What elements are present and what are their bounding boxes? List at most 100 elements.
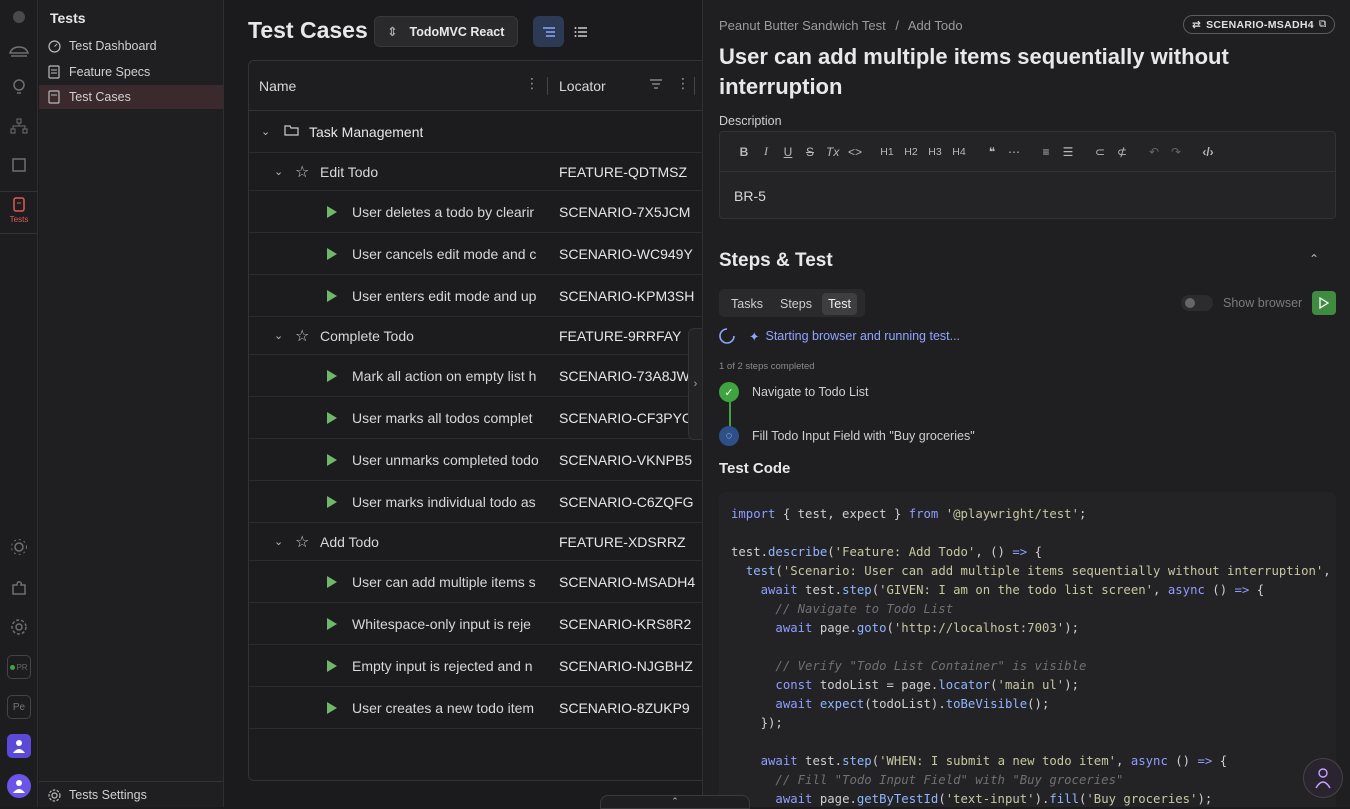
gear-icon[interactable] — [7, 615, 31, 639]
ordered-list-icon[interactable]: ☰ — [1062, 145, 1074, 159]
play-icon[interactable] — [327, 702, 337, 714]
feature-row[interactable]: ⌄ ☆ Edit Todo FEATURE-QDTMSZ — [249, 153, 725, 191]
description-editor[interactable]: B I U S Tx <> H1 H2 H3 H4 ❝ ⋯ ≡ ☰ ⊂ ⊄ ↶ … — [719, 131, 1336, 219]
scenario-row[interactable]: Whitespace-only input is reje SCENARIO-KR… — [249, 603, 725, 645]
scenario-row[interactable]: User marks all todos complet SCENARIO-CF3… — [249, 397, 725, 439]
sidebar-item-feature-specs[interactable]: Feature Specs — [39, 60, 223, 84]
column-name[interactable]: Name — [259, 78, 296, 94]
chevron-down-icon[interactable]: ⌄ — [261, 125, 270, 138]
column-menu-icon[interactable]: ⋮ — [525, 75, 539, 92]
column-menu-icon[interactable]: ⋮ — [676, 75, 690, 92]
circle-icon[interactable] — [7, 5, 31, 29]
tab-steps[interactable]: Steps — [774, 293, 818, 315]
clear-format-icon[interactable]: Tx — [826, 145, 839, 159]
collapse-panel-handle[interactable]: › — [688, 328, 702, 440]
heading4-icon[interactable]: H4 — [952, 146, 966, 158]
feature-name[interactable]: Add Todo — [320, 534, 540, 550]
group-row[interactable]: ⌄ Task Management — [249, 111, 725, 153]
column-locator[interactable]: Locator — [559, 78, 606, 94]
chevron-down-icon[interactable]: ⌄ — [274, 329, 283, 342]
play-icon[interactable] — [327, 206, 337, 218]
scenario-name[interactable]: Whitespace-only input is reje — [352, 616, 538, 632]
play-icon[interactable] — [327, 290, 337, 302]
filter-icon[interactable] — [649, 77, 663, 93]
scenario-row[interactable]: User can add multiple items s SCENARIO-MS… — [249, 561, 725, 603]
play-icon[interactable] — [327, 412, 337, 424]
sidebar-item-test-dashboard[interactable]: Test Dashboard — [39, 34, 223, 58]
copy-icon[interactable]: ⧉ — [1319, 18, 1327, 31]
scenario-row[interactable]: User deletes a todo by clearir SCENARIO-7… — [249, 191, 725, 233]
feature-name[interactable]: Edit Todo — [320, 164, 540, 180]
list-view-button[interactable] — [565, 16, 596, 47]
tests-settings-link[interactable]: Tests Settings — [39, 783, 223, 807]
puzzle-icon[interactable] — [7, 576, 31, 600]
scenario-name[interactable]: User marks all todos complet — [352, 410, 538, 426]
tree-view-button[interactable] — [533, 16, 564, 47]
scenario-name[interactable]: Empty input is rejected and n — [352, 658, 538, 674]
breadcrumb-project[interactable]: Peanut Butter Sandwich Test — [719, 18, 886, 33]
scenario-row[interactable]: User unmarks completed todo SCENARIO-VKNP… — [249, 439, 725, 481]
star-icon[interactable]: ☆ — [295, 326, 309, 346]
pr-badge[interactable]: PR — [7, 655, 31, 679]
code-view-icon[interactable]: ‹/› — [1202, 145, 1214, 159]
breadcrumb-feature[interactable]: Add Todo — [908, 18, 963, 33]
play-icon[interactable] — [327, 248, 337, 260]
play-icon[interactable] — [327, 618, 337, 630]
scenario-row[interactable]: User marks individual todo as SCENARIO-C6… — [249, 481, 725, 523]
scenario-name[interactable]: User marks individual todo as — [352, 494, 538, 510]
hierarchy-icon[interactable] — [7, 114, 31, 138]
sidebar-item-test-cases[interactable]: Test Cases — [39, 85, 223, 109]
inline-code-icon[interactable]: <> — [848, 145, 862, 159]
run-test-button[interactable] — [1312, 291, 1336, 315]
scenario-row[interactable]: User creates a new todo item SCENARIO-8ZU… — [249, 687, 725, 729]
assistant-button[interactable] — [1303, 758, 1343, 798]
feature-row[interactable]: ⌄ ☆ Add Todo FEATURE-XDSRRZ — [249, 523, 725, 561]
tab-test[interactable]: Test — [822, 293, 857, 315]
redo-icon[interactable]: ↷ — [1170, 145, 1182, 159]
scenario-name[interactable]: Mark all action on empty list h — [352, 368, 538, 384]
underline-icon[interactable]: U — [782, 145, 794, 159]
play-icon[interactable] — [327, 576, 337, 588]
code-block[interactable]: import { test, expect } from '@playwrigh… — [719, 492, 1336, 807]
scenario-name[interactable]: User deletes a todo by clearir — [352, 204, 538, 220]
unlink-icon[interactable]: ⊄ — [1116, 145, 1128, 159]
play-icon[interactable] — [327, 454, 337, 466]
heading3-icon[interactable]: H3 — [928, 146, 942, 158]
scenario-row[interactable]: Mark all action on empty list h SCENARIO-… — [249, 355, 725, 397]
feature-row[interactable]: ⌄ ☆ Complete Todo FEATURE-9RRFAY — [249, 317, 725, 355]
scenario-name[interactable]: User enters edit mode and up — [352, 288, 538, 304]
step-item[interactable]: ◌ Fill Todo Input Field with "Buy grocer… — [719, 426, 975, 446]
scenario-name[interactable]: User unmarks completed todo — [352, 452, 538, 468]
scenario-row[interactable]: User enters edit mode and up SCENARIO-KPM… — [249, 275, 725, 317]
scenario-name[interactable]: User cancels edit mode and c — [352, 246, 538, 262]
description-text[interactable]: BR-5 — [734, 188, 766, 204]
profile-avatar-icon[interactable] — [7, 774, 31, 798]
scenario-row[interactable]: User cancels edit mode and c SCENARIO-WC9… — [249, 233, 725, 275]
show-browser-toggle[interactable] — [1181, 295, 1213, 311]
sun-icon[interactable] — [7, 535, 31, 559]
heading1-icon[interactable]: H1 — [880, 146, 894, 158]
pe-badge[interactable]: Pe — [7, 695, 31, 719]
undo-icon[interactable]: ↶ — [1148, 145, 1160, 159]
feature-name[interactable]: Complete Todo — [320, 328, 540, 344]
chevron-down-icon[interactable]: ⌄ — [274, 535, 283, 548]
scenario-title[interactable]: User can add multiple items sequentially… — [719, 42, 1279, 102]
tab-tasks[interactable]: Tasks — [725, 293, 769, 315]
play-icon[interactable] — [327, 496, 337, 508]
project-selector[interactable]: ⇕ TodoMVC React — [374, 16, 518, 47]
rail-tests[interactable]: Tests — [0, 193, 38, 233]
teapot-icon[interactable] — [7, 38, 31, 62]
step-item[interactable]: ✓ Navigate to Todo List — [719, 382, 869, 402]
scenario-name[interactable]: User creates a new todo item — [352, 700, 538, 716]
bullet-list-icon[interactable]: ≡ — [1040, 145, 1052, 159]
chevron-down-icon[interactable]: ⌄ — [274, 165, 283, 178]
scenario-row[interactable]: Empty input is rejected and n SCENARIO-NJ… — [249, 645, 725, 687]
italic-icon[interactable]: I — [760, 144, 772, 159]
frame-icon[interactable] — [7, 153, 31, 177]
heading2-icon[interactable]: H2 — [904, 146, 918, 158]
scenario-id-badge[interactable]: ⇄ SCENARIO-MSADH4 ⧉ — [1183, 15, 1335, 34]
strikethrough-icon[interactable]: S — [804, 145, 816, 159]
user-avatar-icon[interactable] — [7, 734, 31, 758]
bold-icon[interactable]: B — [738, 145, 750, 159]
lightbulb-icon[interactable] — [7, 75, 31, 99]
